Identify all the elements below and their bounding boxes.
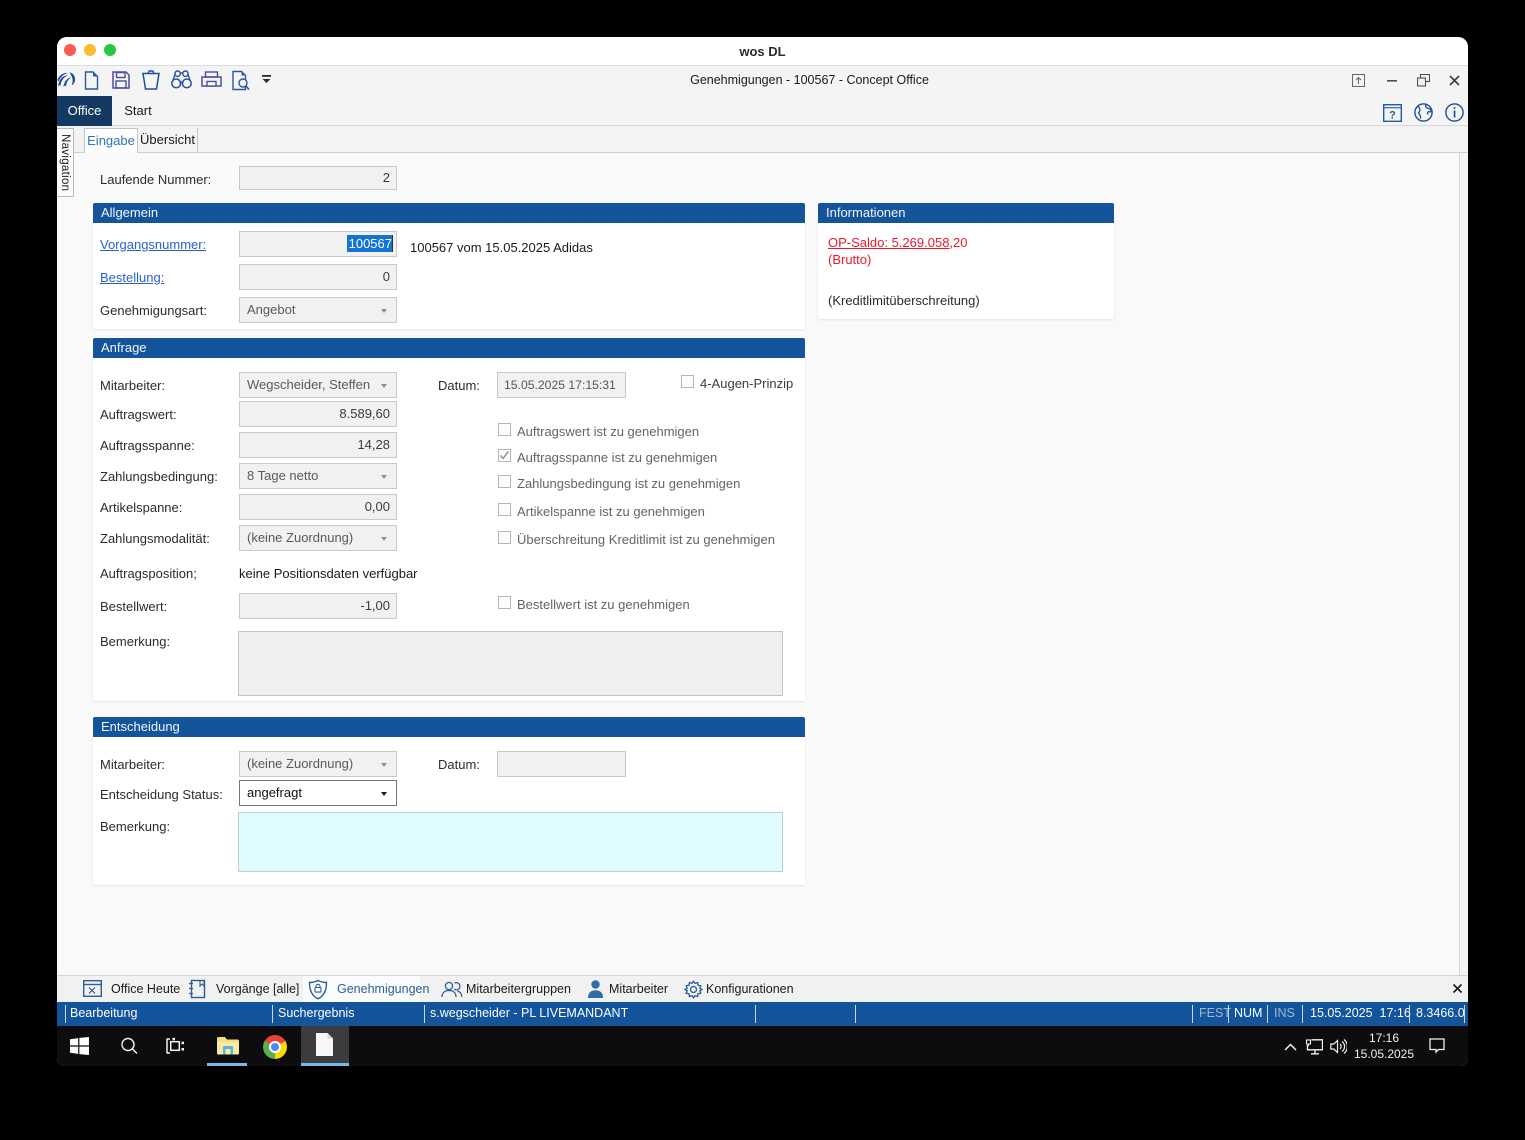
svg-text:?: ?: [1389, 110, 1396, 122]
